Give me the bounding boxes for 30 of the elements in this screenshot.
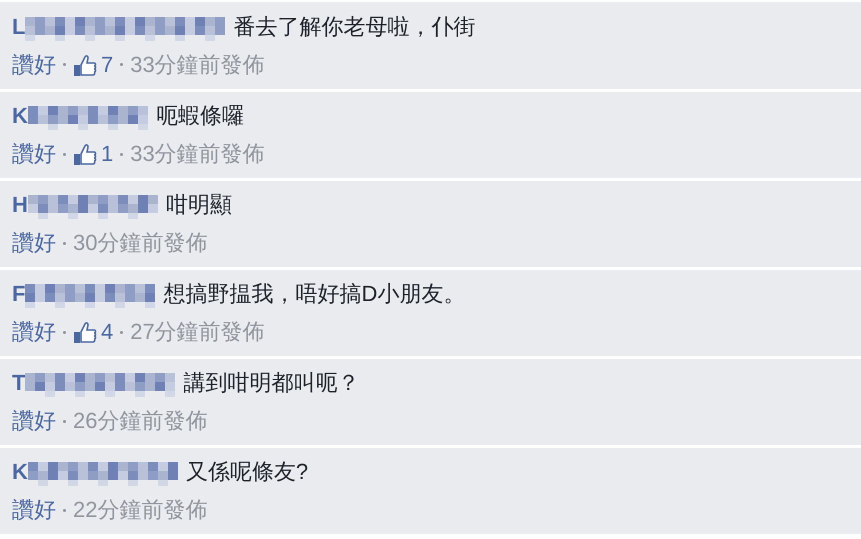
comment-text: 番去了解你老母啦，仆街: [233, 12, 476, 40]
comment-time[interactable]: 26分鐘前發佈: [73, 407, 208, 435]
comment-time[interactable]: 27分鐘前發佈: [130, 318, 265, 346]
author-name[interactable]: K: [12, 102, 28, 130]
comment-time[interactable]: 22分鐘前發佈: [73, 496, 208, 524]
like-link[interactable]: 讚好: [12, 50, 56, 78]
like-count[interactable]: 1: [101, 140, 114, 168]
like-count[interactable]: 7: [101, 50, 114, 78]
comment-text: 又係呢條友?: [186, 458, 308, 486]
like-link[interactable]: 讚好: [12, 407, 56, 435]
like-link[interactable]: 讚好: [12, 496, 56, 524]
like-count[interactable]: 4: [101, 318, 114, 346]
author-name[interactable]: F: [12, 280, 26, 308]
thumbs-up-icon: [73, 52, 97, 76]
like-link[interactable]: 讚好: [12, 140, 56, 168]
comment-text: 想搞野揾我，唔好搞D小朋友。: [163, 280, 466, 308]
comment-text: 咁明顯: [166, 191, 232, 219]
comment-text: 呃蝦條囉: [156, 102, 244, 130]
comment-time[interactable]: 30分鐘前發佈: [73, 229, 208, 257]
thumbs-up-icon: [73, 320, 97, 344]
author-name[interactable]: K: [12, 458, 28, 486]
author-name[interactable]: T: [12, 369, 26, 397]
author-name[interactable]: L: [12, 12, 26, 40]
comment-time[interactable]: 33分鐘前發佈: [130, 140, 265, 168]
like-link[interactable]: 讚好: [12, 318, 56, 346]
author-name[interactable]: H: [12, 191, 28, 219]
like-link[interactable]: 讚好: [12, 229, 56, 257]
comment-text: 講到咁明都叫呃？: [183, 369, 360, 397]
thumbs-up-icon: [73, 142, 97, 166]
comment-time[interactable]: 33分鐘前發佈: [130, 50, 265, 78]
